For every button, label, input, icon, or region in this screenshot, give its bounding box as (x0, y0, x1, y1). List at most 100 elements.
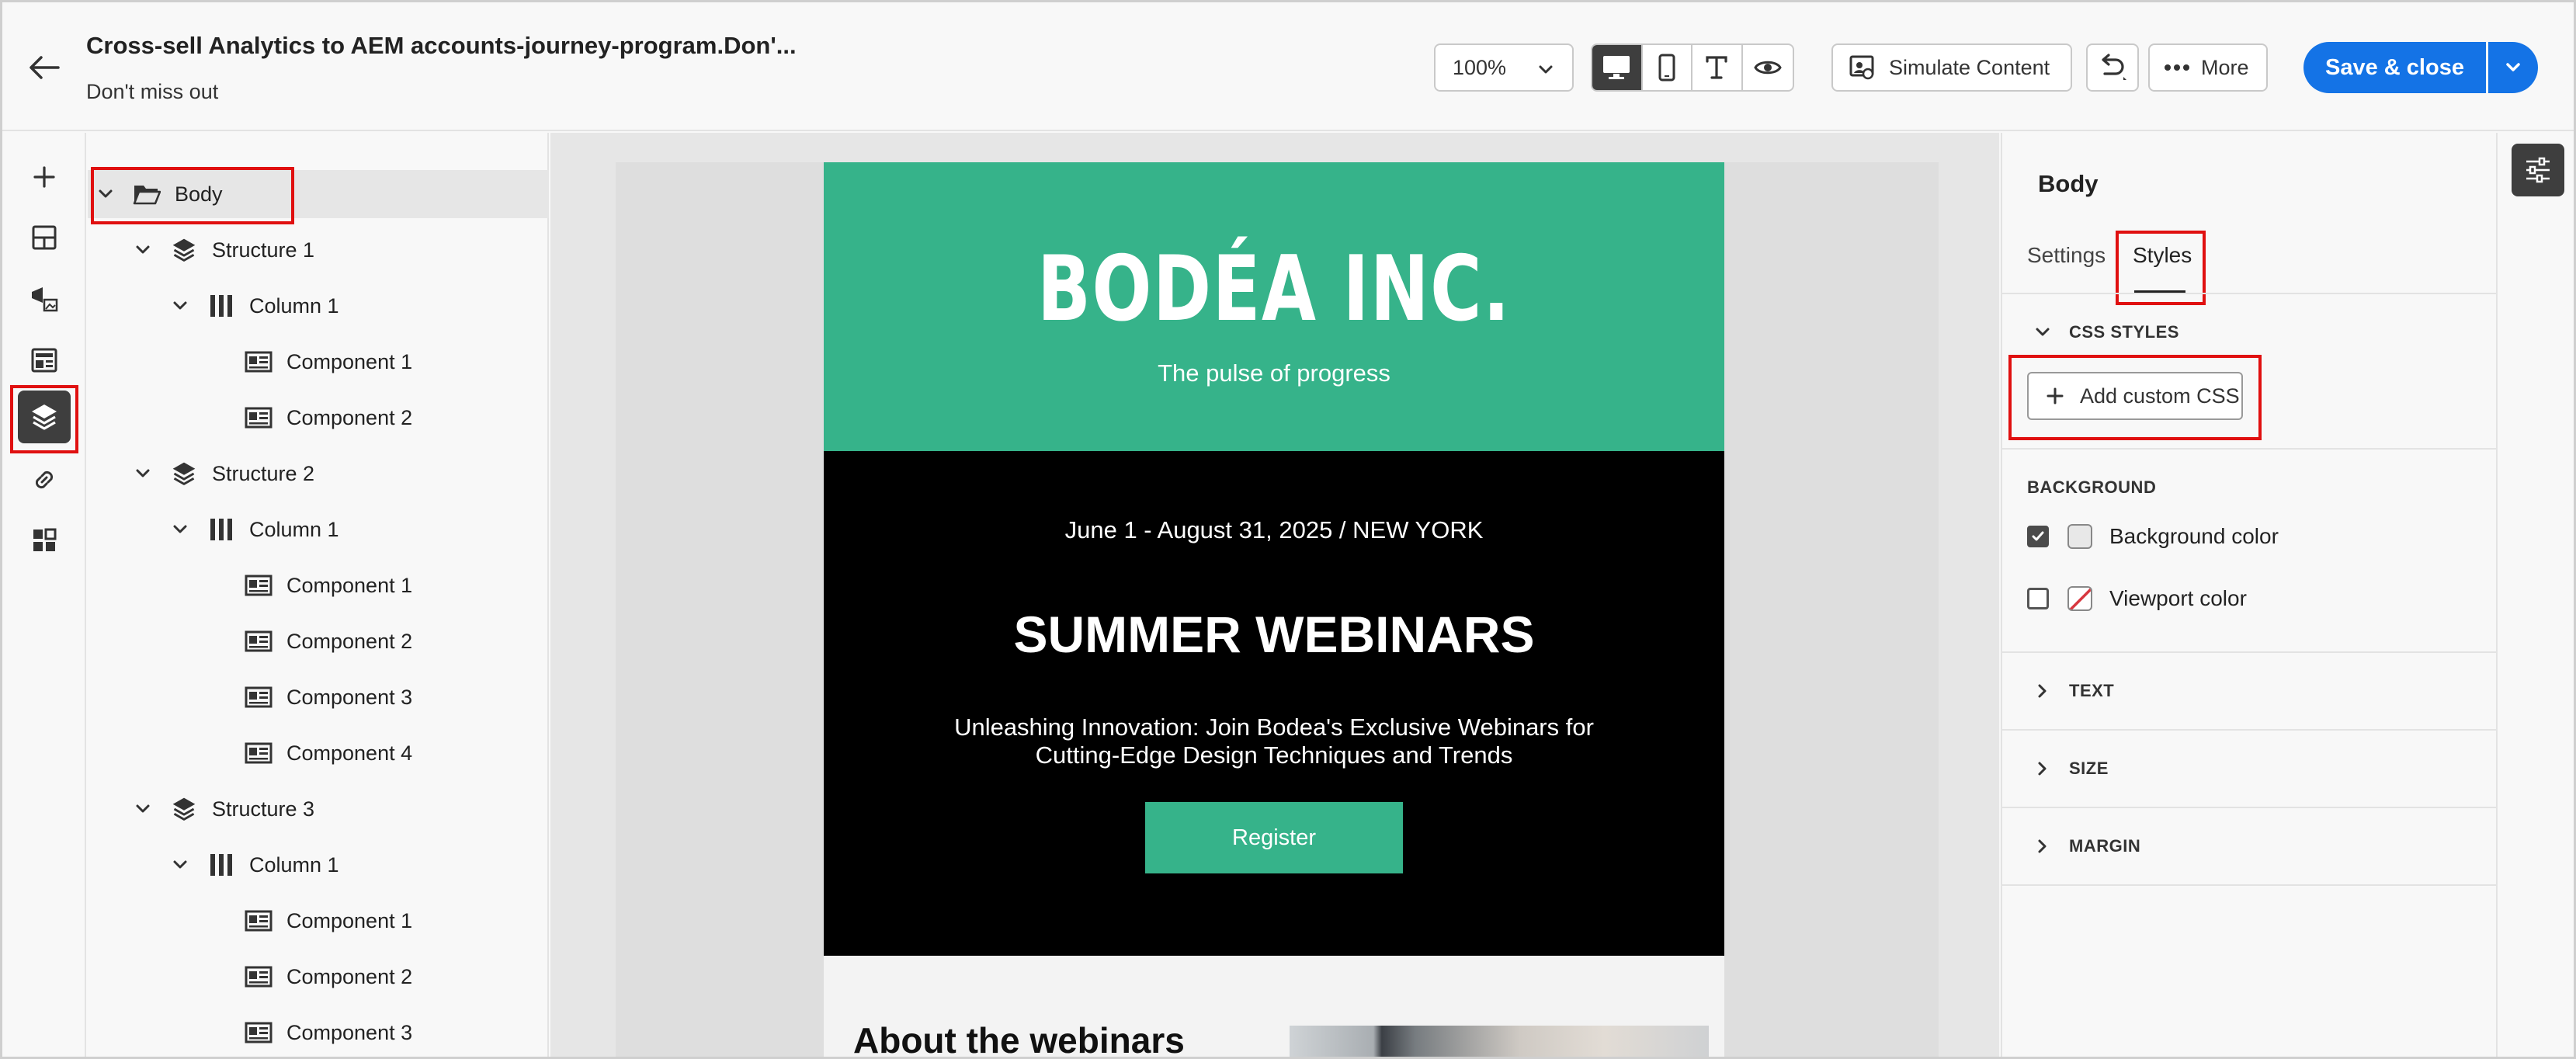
megaphone-image-icon (32, 287, 58, 312)
add-button[interactable] (13, 150, 75, 204)
tree-label: Component 2 (286, 964, 413, 988)
component-icon (243, 402, 274, 433)
text-icon (1706, 56, 1727, 79)
more-button[interactable]: More (2148, 43, 2268, 92)
tab-settings[interactable]: Settings (2027, 243, 2106, 268)
chevron-down-icon[interactable] (168, 853, 192, 877)
chevron-down-icon (1539, 65, 1553, 74)
tree-item-component[interactable]: Component 2 (88, 953, 549, 1001)
tree-label: Column 1 (249, 293, 339, 318)
no-color-icon (2069, 588, 2091, 609)
chevron-down-icon[interactable] (168, 518, 192, 541)
tree-label: Component 1 (286, 573, 413, 597)
assets-button[interactable] (13, 273, 75, 327)
register-button[interactable]: Register (1145, 802, 1403, 873)
sliders-icon (2526, 157, 2550, 183)
body-highlight-box (91, 167, 294, 224)
tree-label: Component 1 (286, 349, 413, 373)
chevron-right-icon (2038, 839, 2047, 853)
header-bar: Cross-sell Analytics to AEM accounts-jou… (2, 2, 2574, 131)
undo-button[interactable] (2086, 43, 2139, 92)
columns-icon (206, 514, 237, 545)
chevron-right-icon (2038, 762, 2047, 776)
back-button[interactable] (24, 47, 64, 88)
divider (2002, 884, 2496, 886)
margin-section-label: MARGIN (2069, 836, 2141, 856)
viewport-color-checkbox[interactable] (2027, 588, 2049, 609)
plus-icon (33, 166, 55, 188)
tree-item-component[interactable]: Component 3 (88, 1009, 549, 1057)
preview-button[interactable] (1743, 45, 1793, 90)
tree-item-component[interactable]: Component 3 (88, 673, 549, 721)
columns-icon (206, 290, 237, 321)
save-options-button[interactable] (2488, 42, 2538, 93)
tree-label: Column 1 (249, 852, 339, 877)
tree-item-structure-1[interactable]: Structure 1 (88, 226, 549, 274)
tree-item-structure-3[interactable]: Structure 3 (88, 785, 549, 833)
tree-item-component[interactable]: Component 1 (88, 897, 549, 945)
about-heading: About the webinars (853, 1020, 1185, 1059)
component-icon (243, 682, 274, 713)
tree-item-column[interactable]: Column 1 (88, 841, 549, 889)
desktop-view-button[interactable] (1592, 45, 1643, 90)
apps-button[interactable] (13, 513, 75, 568)
text-view-button[interactable] (1692, 45, 1743, 90)
simulate-icon (1849, 55, 1874, 80)
page-subtitle: Don't miss out (86, 80, 219, 103)
tree-item-component[interactable]: Component 2 (88, 394, 549, 442)
viewport-color-row[interactable]: Viewport color (2027, 586, 2247, 611)
background-color-swatch[interactable] (2067, 524, 2092, 549)
size-section-toggle[interactable]: SIZE (2035, 759, 2109, 779)
add-css-highlight-box (2008, 355, 2262, 440)
simulate-content-button[interactable]: Simulate Content (1831, 43, 2072, 92)
chevron-down-icon[interactable] (131, 238, 154, 262)
eye-icon (1754, 61, 1782, 75)
tree-item-component[interactable]: Component 4 (88, 729, 549, 777)
links-button[interactable] (13, 453, 75, 507)
event-dates: June 1 - August 31, 2025 / NEW YORK (1064, 516, 1484, 543)
css-styles-section-toggle[interactable]: CSS STYLES (2035, 322, 2179, 342)
email-body[interactable]: BODÉA INC. The pulse of progress June 1 … (824, 162, 1724, 1059)
email-canvas: BODÉA INC. The pulse of progress June 1 … (550, 133, 1999, 1059)
viewport-color-swatch[interactable] (2067, 586, 2092, 611)
chevron-down-icon[interactable] (131, 797, 154, 821)
tree-label: Component 1 (286, 908, 413, 932)
divider (2002, 448, 2496, 450)
layers-icon (168, 793, 200, 825)
chevron-down-icon[interactable] (131, 462, 154, 485)
tree-label: Structure 1 (212, 238, 315, 262)
tree-item-column[interactable]: Column 1 (88, 282, 549, 330)
chevron-down-icon[interactable] (168, 294, 192, 318)
mobile-view-button[interactable] (1643, 45, 1692, 90)
structures-button[interactable] (13, 210, 75, 265)
save-close-button[interactable]: Save & close (2303, 42, 2486, 93)
tree-label: Component 2 (286, 629, 413, 653)
size-section-label: SIZE (2069, 759, 2109, 778)
text-section-toggle[interactable]: TEXT (2035, 681, 2114, 701)
page-title: Cross-sell Analytics to AEM accounts-jou… (86, 32, 797, 59)
tree-item-column[interactable]: Column 1 (88, 505, 549, 554)
fragments-button[interactable] (13, 333, 75, 387)
header-section[interactable]: BODÉA INC. The pulse of progress (824, 162, 1724, 451)
properties-toggle-button[interactable] (2512, 144, 2564, 196)
grid-icon (33, 528, 57, 551)
tree-item-component[interactable]: Component 1 (88, 561, 549, 609)
background-color-checkbox[interactable] (2027, 526, 2049, 547)
mobile-icon (1658, 54, 1675, 82)
divider (2002, 729, 2496, 731)
link-icon (35, 470, 54, 489)
component-icon (243, 570, 274, 601)
hero-section[interactable]: June 1 - August 31, 2025 / NEW YORK SUMM… (824, 451, 1724, 956)
component-icon (243, 738, 274, 769)
zoom-select[interactable]: 100% (1434, 43, 1574, 92)
background-color-row[interactable]: Background color (2027, 524, 2279, 549)
background-section-label: BACKGROUND (2027, 477, 2157, 497)
check-icon (2032, 531, 2044, 541)
margin-section-toggle[interactable]: MARGIN (2035, 836, 2140, 856)
tree-item-structure-2[interactable]: Structure 2 (88, 450, 549, 498)
tree-item-component[interactable]: Component 2 (88, 617, 549, 665)
text-section-label: TEXT (2069, 681, 2115, 700)
view-mode-group (1591, 43, 1794, 92)
tree-label: Column 1 (249, 517, 339, 541)
tree-item-component[interactable]: Component 1 (88, 338, 549, 386)
